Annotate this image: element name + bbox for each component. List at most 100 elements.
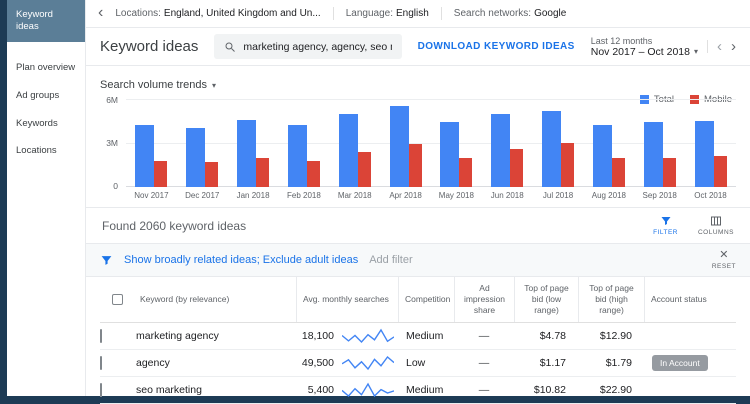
bar-mobile — [408, 144, 422, 187]
date-range-label: Last 12 months — [590, 35, 653, 46]
page-title: Keyword ideas — [100, 38, 199, 55]
filter-button[interactable]: FILTER — [653, 215, 678, 236]
results-count: Found 2060 keyword ideas — [102, 218, 247, 233]
sidebar-item-locations[interactable]: Locations — [7, 137, 85, 165]
sidebar-item-keywords[interactable]: Keywords — [7, 110, 85, 138]
row-checkbox[interactable] — [100, 383, 102, 398]
x-axis-label: Apr 2018 — [389, 191, 422, 200]
divider — [707, 40, 708, 53]
bar-mobile — [561, 143, 575, 187]
bar-mobile — [662, 157, 676, 187]
search-volume-chart: 6M 3M 0 Nov 2017 Dec 2017 Jan 2018 Feb 2018… — [100, 95, 736, 200]
keyword-cell: marketing agency — [136, 330, 219, 343]
sidebar: Keyword ideas Plan overview Ad groups Ke… — [7, 0, 86, 396]
x-axis-label: Sep 2018 — [642, 191, 677, 200]
applied-filters-link[interactable]: Show broadly related ideas; Exclude adul… — [124, 254, 358, 266]
locations-label: Locations: — [115, 8, 161, 19]
add-filter-button[interactable]: Add filter — [369, 254, 412, 266]
keyword-planner-app: Keyword ideas Plan overview Ad groups Ke… — [7, 0, 750, 404]
searches-cell: 18,100 — [296, 328, 398, 344]
download-keyword-ideas-button[interactable]: DOWNLOAD KEYWORD IDEAS — [418, 41, 575, 52]
table-row: agency 49,500 Low — $1.17 $1.79 In Accou… — [100, 350, 736, 378]
header-bid-high[interactable]: Top of page bid (high range) — [578, 277, 644, 323]
y-axis: 6M 3M 0 — [100, 95, 118, 191]
chevron-down-icon: ▾ — [693, 47, 698, 56]
reset-button[interactable]: RESET — [712, 263, 736, 270]
date-range-selector[interactable]: Last 12 months Nov 2017 – Oct 2018 ▾ — [591, 36, 698, 58]
bar-group: Feb 2018 — [287, 99, 321, 200]
bar-total — [237, 119, 257, 187]
impression-cell: — — [478, 384, 490, 397]
bar-mobile — [459, 157, 473, 187]
bid-low-cell: $1.17 — [539, 357, 566, 370]
row-checkbox[interactable] — [100, 356, 102, 371]
bar-total — [694, 121, 714, 187]
chart-type-label: Search volume trends — [100, 79, 207, 91]
sidebar-item-ad-groups[interactable]: Ad groups — [7, 82, 85, 110]
divider — [332, 7, 334, 20]
language-label: Language: — [345, 8, 393, 19]
keyword-table: Keyword (by relevance) Avg. monthly sear… — [86, 277, 750, 404]
bid-low-cell: $10.82 — [533, 384, 566, 397]
select-all-checkbox[interactable] — [111, 294, 123, 306]
date-range-value: Nov 2017 – Oct 2018 — [590, 45, 690, 58]
columns-icon — [710, 215, 722, 227]
table-row: marketing agency 18,100 Medium — $4.78 $… — [100, 323, 736, 351]
reset-block: ✕ RESET — [712, 250, 736, 271]
header-bid-low[interactable]: Top of page bid (low range) — [514, 277, 578, 323]
x-axis-label: May 2018 — [438, 191, 474, 200]
header-keyword[interactable]: Keyword (by relevance) — [134, 277, 296, 322]
bar-total — [338, 113, 358, 187]
keyword-cell: agency — [136, 357, 170, 370]
bar-group: Mar 2018 — [338, 99, 372, 200]
language-setting[interactable]: Language: English — [346, 8, 429, 19]
row-checkbox[interactable] — [100, 329, 102, 344]
bar-mobile — [154, 160, 168, 187]
date-range-block: Last 12 months Nov 2017 – Oct 2018 ▾ ‹ › — [591, 36, 736, 58]
locations-setting[interactable]: Locations: England, United Kingdom and U… — [115, 8, 320, 19]
bid-high-cell: $1.79 — [605, 357, 632, 370]
locations-value: England, United Kingdom and Un... — [163, 8, 321, 19]
sidebar-item-keyword-ideas[interactable]: Keyword ideas — [7, 0, 85, 42]
account-status-cell: In Account — [644, 355, 736, 372]
header-ad-impression-share[interactable]: Ad impression share — [454, 277, 514, 323]
bar-mobile — [205, 162, 219, 187]
bar-group: Apr 2018 — [389, 99, 422, 200]
searches-value: 5,400 — [307, 384, 334, 397]
bar-mobile — [713, 156, 727, 187]
chart-type-dropdown[interactable]: Search volume trends ▾ — [100, 79, 216, 91]
search-networks-label: Search networks: — [453, 8, 532, 19]
bar-group: Oct 2018 — [694, 99, 727, 200]
bar-total — [643, 122, 663, 187]
header-account-status[interactable]: Account status — [644, 277, 736, 323]
bar-total — [287, 125, 307, 187]
bar-mobile — [357, 151, 371, 187]
searches-value: 49,500 — [301, 357, 334, 370]
columns-button[interactable]: COLUMNS — [698, 215, 734, 236]
bar-total — [389, 106, 409, 187]
header-competition[interactable]: Competition — [398, 277, 454, 323]
plot-area: Nov 2017 Dec 2017 Jan 2018 Feb 2018 Mar 2018… — [126, 99, 736, 200]
y-tick-label: 3M — [106, 138, 118, 148]
next-period-button[interactable]: › — [731, 39, 736, 54]
bar-group: Jul 2018 — [542, 99, 575, 200]
bar-group: Sep 2018 — [643, 99, 677, 200]
sidebar-item-plan-overview[interactable]: Plan overview — [7, 54, 85, 82]
keyword-search-box[interactable] — [214, 34, 402, 59]
close-icon[interactable]: ✕ — [719, 250, 728, 261]
prev-period-button[interactable]: ‹ — [717, 39, 722, 54]
back-arrow-icon[interactable]: ‹ — [98, 4, 103, 21]
keyword-search-input[interactable] — [243, 40, 392, 53]
searches-cell: 49,500 — [296, 355, 398, 371]
bar-group: Jun 2018 — [491, 99, 524, 200]
view-tools: FILTER COLUMNS — [653, 215, 734, 236]
bar-mobile — [611, 157, 625, 187]
x-axis-label: Feb 2018 — [286, 191, 321, 200]
search-networks-setting[interactable]: Search networks: Google — [454, 8, 567, 19]
competition-cell: Medium — [406, 330, 444, 343]
bid-high-cell: $12.90 — [599, 330, 632, 343]
y-tick-label: 0 — [113, 181, 118, 191]
header-avg-monthly-searches[interactable]: Avg. monthly searches — [296, 277, 398, 323]
bar-group: Aug 2018 — [592, 99, 626, 200]
table-header-row: Keyword (by relevance) Avg. monthly sear… — [100, 277, 736, 324]
